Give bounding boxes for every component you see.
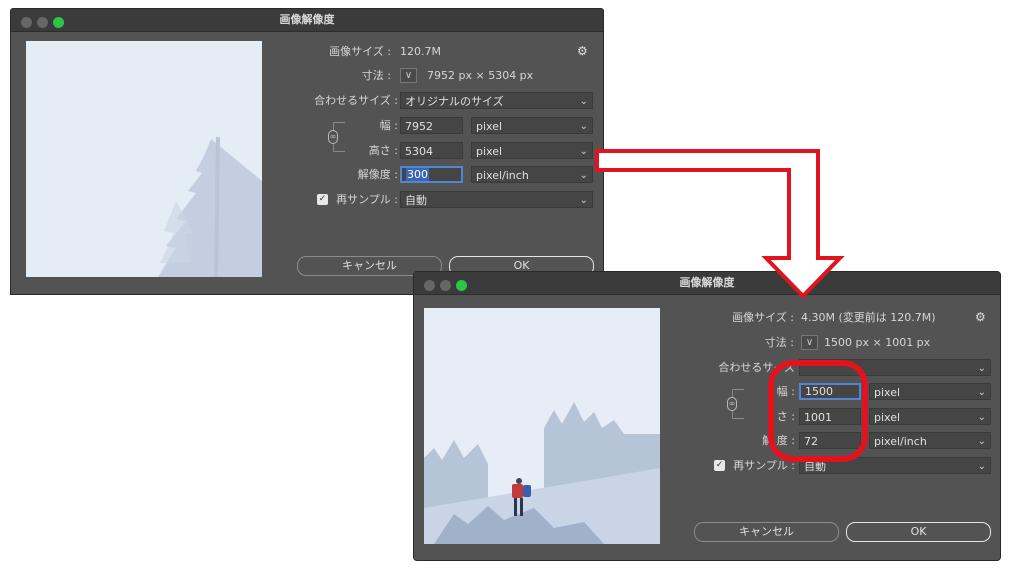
width-input[interactable]: 7952 bbox=[400, 117, 463, 134]
resample-label: 再サンプル : bbox=[336, 193, 398, 206]
dialog-title: 画像解像度 bbox=[679, 276, 735, 289]
image-size-dialog-after: 画像解像度 画像サイズ : 4.30M (変更前は 120.7M) ⚙ 寸法:… bbox=[413, 271, 1001, 561]
height-row: 高さ : 5304 pixel ⌄ bbox=[271, 141, 601, 161]
resolution-unit-select[interactable]: pixel/inch ⌄ bbox=[869, 432, 991, 449]
gear-icon[interactable]: ⚙ bbox=[975, 310, 986, 324]
resolution-row: 解 度 : 72 pixel/inch ⌄ bbox=[679, 431, 999, 451]
resolution-input-value: 72 bbox=[804, 435, 818, 448]
resolution-input-value: 300 bbox=[406, 168, 429, 181]
chevron-down-icon[interactable]: ∨ bbox=[400, 68, 417, 83]
fit-to-select[interactable]: ⌄ bbox=[799, 359, 991, 376]
dimensions-label: 寸法 : bbox=[764, 336, 794, 349]
height-input-value: 1001 bbox=[804, 411, 832, 424]
height-row: さ : 1001 pixel ⌄ bbox=[679, 407, 999, 427]
image-size-value: 120.7M bbox=[400, 45, 441, 58]
width-input-value: 1500 bbox=[805, 385, 833, 398]
height-input[interactable]: 5304 bbox=[400, 142, 463, 159]
height-unit-value: pixel bbox=[476, 145, 503, 158]
resample-label: 再サンプル : bbox=[733, 459, 795, 472]
fit-to-label: 合わせるサイズ bbox=[718, 361, 795, 374]
dimensions-row: 寸法 : ∨ 7952 px × 5304 px bbox=[271, 66, 591, 86]
height-label: 高さ : bbox=[368, 144, 398, 157]
resample-select[interactable]: 自動 ⌄ bbox=[400, 191, 593, 208]
window-controls bbox=[21, 14, 69, 36]
dimensions-value: 7952 px × 5304 px bbox=[427, 69, 534, 82]
fit-to-value: オリジナルのサイズ bbox=[405, 95, 504, 108]
resample-value: 自動 bbox=[405, 194, 427, 207]
chevron-down-icon: ⌄ bbox=[579, 195, 588, 206]
dialog-titlebar: 画像解像度 bbox=[414, 272, 1000, 295]
width-input-value: 7952 bbox=[405, 120, 433, 133]
window-controls bbox=[424, 277, 472, 299]
resolution-label: 解像度 : bbox=[357, 168, 398, 181]
chevron-down-icon: ⌄ bbox=[579, 170, 588, 181]
chevron-down-icon[interactable]: ∨ bbox=[801, 335, 818, 350]
image-size-value: 4.30M (変更前は 120.7M) bbox=[801, 311, 936, 324]
ok-button[interactable]: OK bbox=[846, 522, 991, 542]
resolution-input[interactable]: 300 bbox=[400, 166, 463, 183]
image-size-dialog-before: 画像解像度 画像サイズ : 120.7M ⚙ 寸法 : ∨ 7952 px × … bbox=[10, 8, 604, 295]
resample-row: ✓ 再サンプル : 自動 ⌄ bbox=[679, 456, 999, 476]
image-size-row: 画像サイズ : 4.30M (変更前は 120.7M) bbox=[679, 308, 999, 328]
image-size-row: 画像サイズ : 120.7M bbox=[271, 42, 591, 62]
height-input-value: 5304 bbox=[405, 145, 433, 158]
resample-row: ✓ 再サンプル : 自動 ⌄ bbox=[271, 190, 601, 210]
image-size-label: 画像サイズ : bbox=[329, 45, 391, 58]
chevron-down-icon: ⌄ bbox=[977, 387, 986, 398]
close-window-button[interactable] bbox=[21, 17, 32, 28]
fit-to-label: 合わせるサイズ : bbox=[314, 94, 398, 107]
minimize-window-button[interactable] bbox=[440, 280, 451, 291]
dialog-titlebar: 画像解像度 bbox=[11, 9, 603, 32]
dialog-title: 画像解像度 bbox=[279, 13, 335, 26]
width-unit-select[interactable]: pixel ⌄ bbox=[471, 117, 593, 134]
dimensions-value: 1500 px × 1001 px bbox=[824, 336, 931, 349]
width-unit-select[interactable]: pixel ⌄ bbox=[869, 383, 991, 400]
resolution-unit-value: pixel/inch bbox=[874, 435, 927, 448]
width-unit-value: pixel bbox=[476, 120, 503, 133]
image-preview bbox=[424, 308, 660, 544]
width-input[interactable]: 1500 bbox=[799, 383, 861, 400]
chevron-down-icon: ⌄ bbox=[579, 96, 588, 107]
image-size-label: 画像サイズ : bbox=[732, 311, 794, 324]
chevron-down-icon: ⌄ bbox=[977, 461, 986, 472]
dimensions-label: 寸法 : bbox=[361, 69, 391, 82]
width-label: 幅 : bbox=[379, 119, 398, 132]
chevron-down-icon: ⌄ bbox=[579, 146, 588, 157]
zoom-window-button[interactable] bbox=[53, 17, 64, 28]
minimize-window-button[interactable] bbox=[37, 17, 48, 28]
close-window-button[interactable] bbox=[424, 280, 435, 291]
cancel-button[interactable]: キャンセル bbox=[694, 522, 839, 542]
resolution-input[interactable]: 72 bbox=[799, 432, 861, 449]
resolution-label: 解 度 : bbox=[762, 434, 795, 447]
height-unit-value: pixel bbox=[874, 411, 901, 424]
height-label: さ : bbox=[776, 410, 795, 423]
dimensions-row: 寸法 : ∨ 1500 px × 1001 px bbox=[679, 333, 999, 353]
height-unit-select[interactable]: pixel ⌄ bbox=[471, 142, 593, 159]
resample-value: 自動 bbox=[804, 460, 826, 473]
chevron-down-icon: ⌄ bbox=[977, 436, 986, 447]
chevron-down-icon: ⌄ bbox=[977, 412, 986, 423]
image-preview bbox=[26, 41, 262, 277]
resolution-unit-value: pixel/inch bbox=[476, 169, 529, 182]
resolution-unit-select[interactable]: pixel/inch ⌄ bbox=[471, 166, 593, 183]
width-label: 幅 : bbox=[776, 385, 795, 398]
preview-image bbox=[26, 41, 262, 277]
width-unit-value: pixel bbox=[874, 386, 901, 399]
height-unit-select[interactable]: pixel ⌄ bbox=[869, 408, 991, 425]
resolution-row: 解像度 : 300 pixel/inch ⌄ bbox=[271, 165, 601, 185]
fit-to-row: 合わせるサイズ ⌄ bbox=[679, 358, 999, 378]
width-row: 幅 : 1500 pixel ⌄ bbox=[679, 382, 999, 402]
height-input[interactable]: 1001 bbox=[799, 408, 861, 425]
chevron-down-icon: ⌄ bbox=[579, 121, 588, 132]
width-row: 幅 : 7952 pixel ⌄ bbox=[271, 116, 601, 136]
fit-to-row: 合わせるサイズ : オリジナルのサイズ ⌄ bbox=[271, 91, 601, 111]
resample-select[interactable]: 自動 ⌄ bbox=[799, 457, 991, 474]
fit-to-select[interactable]: オリジナルのサイズ ⌄ bbox=[400, 92, 593, 109]
preview-image bbox=[424, 308, 660, 544]
gear-icon[interactable]: ⚙ bbox=[577, 44, 588, 58]
zoom-window-button[interactable] bbox=[456, 280, 467, 291]
chevron-down-icon: ⌄ bbox=[977, 363, 986, 374]
